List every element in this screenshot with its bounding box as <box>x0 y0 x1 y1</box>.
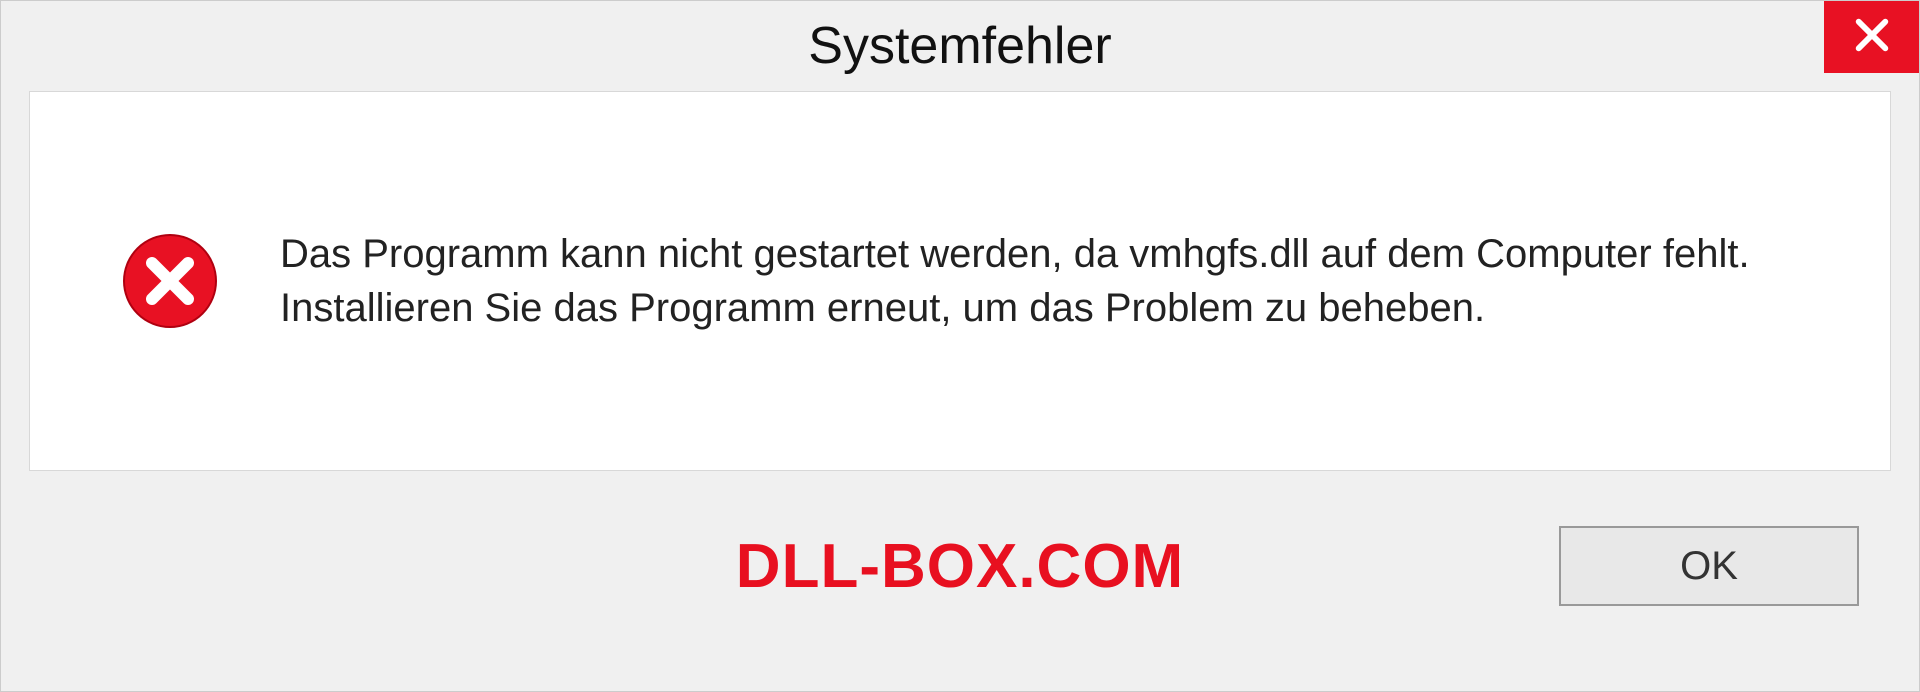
error-dialog: Systemfehler Das Programm kann nicht ges… <box>0 0 1920 692</box>
ok-button[interactable]: OK <box>1559 526 1859 606</box>
titlebar: Systemfehler <box>1 1 1919 91</box>
close-button[interactable] <box>1824 1 1919 73</box>
watermark-text: DLL-BOX.COM <box>736 531 1184 602</box>
error-icon <box>120 231 220 331</box>
content-area: Das Programm kann nicht gestartet werden… <box>29 91 1891 471</box>
error-message: Das Programm kann nicht gestartet werden… <box>280 227 1850 335</box>
close-icon <box>1852 15 1892 60</box>
dialog-footer: DLL-BOX.COM OK <box>1 471 1919 661</box>
dialog-title: Systemfehler <box>808 16 1111 76</box>
